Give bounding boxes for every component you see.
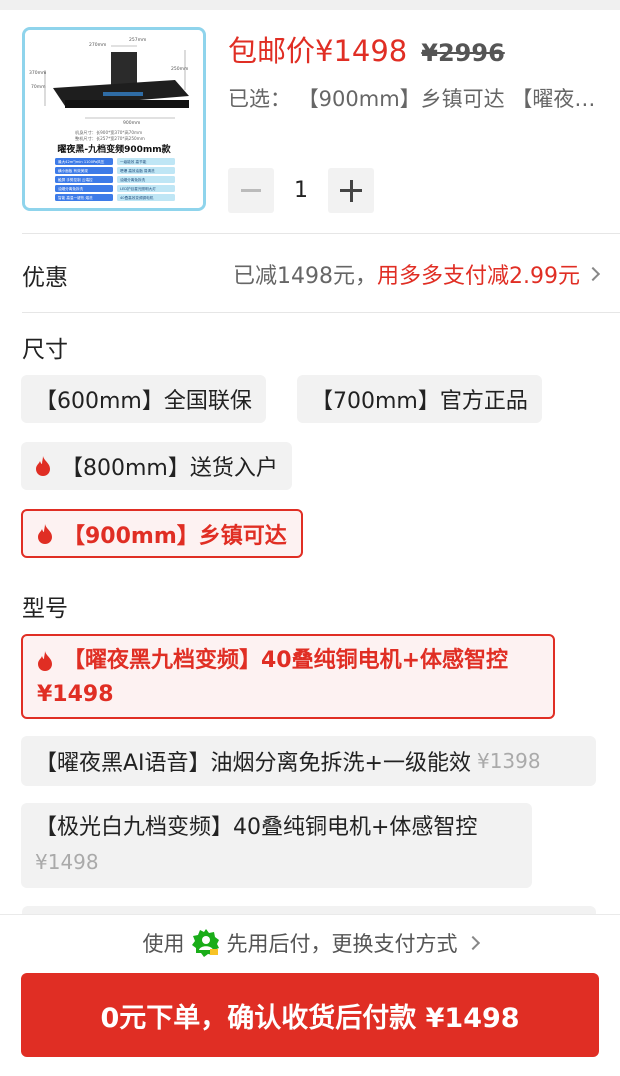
model-option-selected[interactable]: 【曜夜黑九档变频】40叠纯铜电机+体感智控 ¥1498	[21, 634, 555, 719]
thumb-specs-2: 整机尺寸：长257*宽270*高250mm	[75, 135, 145, 142]
thumb-feature-text: 触屏 手势控制 云端控	[58, 177, 93, 182]
discount-label: 优惠	[22, 265, 68, 291]
thumb-dim-3: 370mm	[29, 70, 46, 76]
sheet-top-strip	[0, 0, 620, 10]
chevron-right-icon	[585, 266, 601, 282]
quantity-value[interactable]: 1	[274, 178, 328, 203]
selected-prefix: 已选：	[228, 87, 291, 111]
price-label: 包邮价¥1498	[228, 34, 408, 68]
model-option[interactable]: 【极光白九档变频】40叠纯铜电机+体感智控 ¥1498	[21, 803, 532, 888]
size-option-label: 【700mm】官方正品	[311, 389, 528, 414]
thumb-feature-text: 40叠高效变频铜电机	[120, 195, 154, 200]
thumb-feature-text: 嗯爆 高效油脂 易清洗	[120, 168, 155, 173]
selected-value: 【900mm】乡镇可达 【曜夜黑九档变频】40叠纯铜电机+体感智控	[297, 87, 598, 111]
model-option-label: 【曜夜黑AI语音】油烟分离免拆洗+一级能效	[35, 751, 471, 776]
size-option-label: 【900mm】乡镇可达	[63, 523, 287, 549]
increase-button[interactable]	[328, 168, 374, 213]
model-option-label: 【曜夜黑九档变频】40叠纯铜电机+体感智控	[63, 648, 509, 673]
original-price: ¥2996	[421, 39, 505, 67]
thumb-feature-text: 横小面板 有效美观	[58, 168, 88, 173]
fire-icon	[38, 651, 52, 671]
size-option-900-selected[interactable]: 【900mm】乡镇可达	[21, 509, 303, 558]
divider	[22, 233, 620, 234]
pay-later-icon	[191, 929, 219, 957]
model-option-label: 【极光白九档变频】40叠纯铜电机+体感智控	[35, 815, 478, 840]
thumb-dim-4: 250mm	[171, 66, 188, 72]
size-option-label: 【800mm】送货入户	[61, 456, 278, 481]
minus-icon	[241, 189, 261, 192]
fire-icon	[38, 523, 52, 544]
pay-method-row[interactable]: 使用 先用后付，更换支付方式	[0, 928, 620, 958]
model-option-price: ¥1498	[37, 682, 114, 707]
sku-selector-sheet: 270mm 257mm 370mm 250mm 70mm 900mm 机身尺寸：…	[0, 0, 620, 1076]
thumb-dim-5: 70mm	[31, 84, 46, 90]
place-order-button[interactable]: 0元下单，确认收货后付款 ¥1498	[21, 973, 599, 1057]
size-option-label: 【600mm】全国联保	[35, 389, 252, 414]
decrease-button[interactable]	[228, 168, 274, 213]
thumb-title: 曜夜黑-九档变频900mm款	[57, 143, 171, 155]
discount-promo-text: 用多多支付减2.99元	[377, 264, 580, 289]
price-line: 包邮价¥1498 ¥2996	[228, 28, 505, 68]
thumb-feature-text: 油烟分离免拆洗	[120, 177, 146, 182]
thumb-feature-text: 最大42m³/min 1100Pa风压	[58, 159, 105, 164]
discount-row[interactable]: 已减1498元， 用多多支付减2.99元	[233, 258, 601, 290]
range-hood-image: 270mm 257mm 370mm 250mm 70mm 900mm 机身尺寸：…	[25, 30, 203, 208]
thumb-feature-text: 智能 高温一键热 熔洗	[58, 195, 93, 200]
chevron-right-icon	[465, 935, 480, 951]
size-option-800[interactable]: 【800mm】送货入户	[21, 442, 292, 490]
model-option-price: ¥1398	[476, 749, 541, 773]
fire-icon	[36, 456, 50, 476]
thumb-dim-2: 257mm	[129, 37, 146, 43]
size-option-700[interactable]: 【700mm】官方正品	[297, 375, 542, 423]
model-option-price: ¥1498	[35, 850, 99, 874]
thumb-dim-6: 900mm	[123, 120, 140, 126]
thumb-feature-text: LED护目星光照明大灯	[120, 186, 156, 191]
model-option[interactable]: 【曜夜黑AI语音】油烟分离免拆洗+一级能效 ¥1398	[21, 736, 596, 786]
thumb-specs-1: 机身尺寸：长900*宽370*高70mm	[75, 129, 142, 136]
thumb-feature-text: 一级能效 高节能	[120, 159, 147, 164]
thumb-feature-text: 油烟分离免拆洗	[58, 186, 84, 191]
model-section-title: 型号	[22, 596, 68, 622]
discount-reduced-text: 已减1498元，	[233, 264, 377, 289]
selected-summary: 已选： 【900mm】乡镇可达 【曜夜黑九档变频】40叠纯铜电机+体感智控	[228, 83, 598, 113]
pay-use-text: 使用	[142, 932, 185, 956]
quantity-stepper: 1	[228, 168, 374, 213]
product-thumbnail[interactable]: 270mm 257mm 370mm 250mm 70mm 900mm 机身尺寸：…	[22, 27, 206, 211]
divider	[22, 312, 620, 313]
pay-method-text: 先用后付，更换支付方式	[226, 932, 458, 956]
size-option-600[interactable]: 【600mm】全国联保	[21, 375, 266, 423]
size-section-title: 尺寸	[22, 337, 68, 363]
thumb-dim-1: 270mm	[89, 42, 106, 48]
